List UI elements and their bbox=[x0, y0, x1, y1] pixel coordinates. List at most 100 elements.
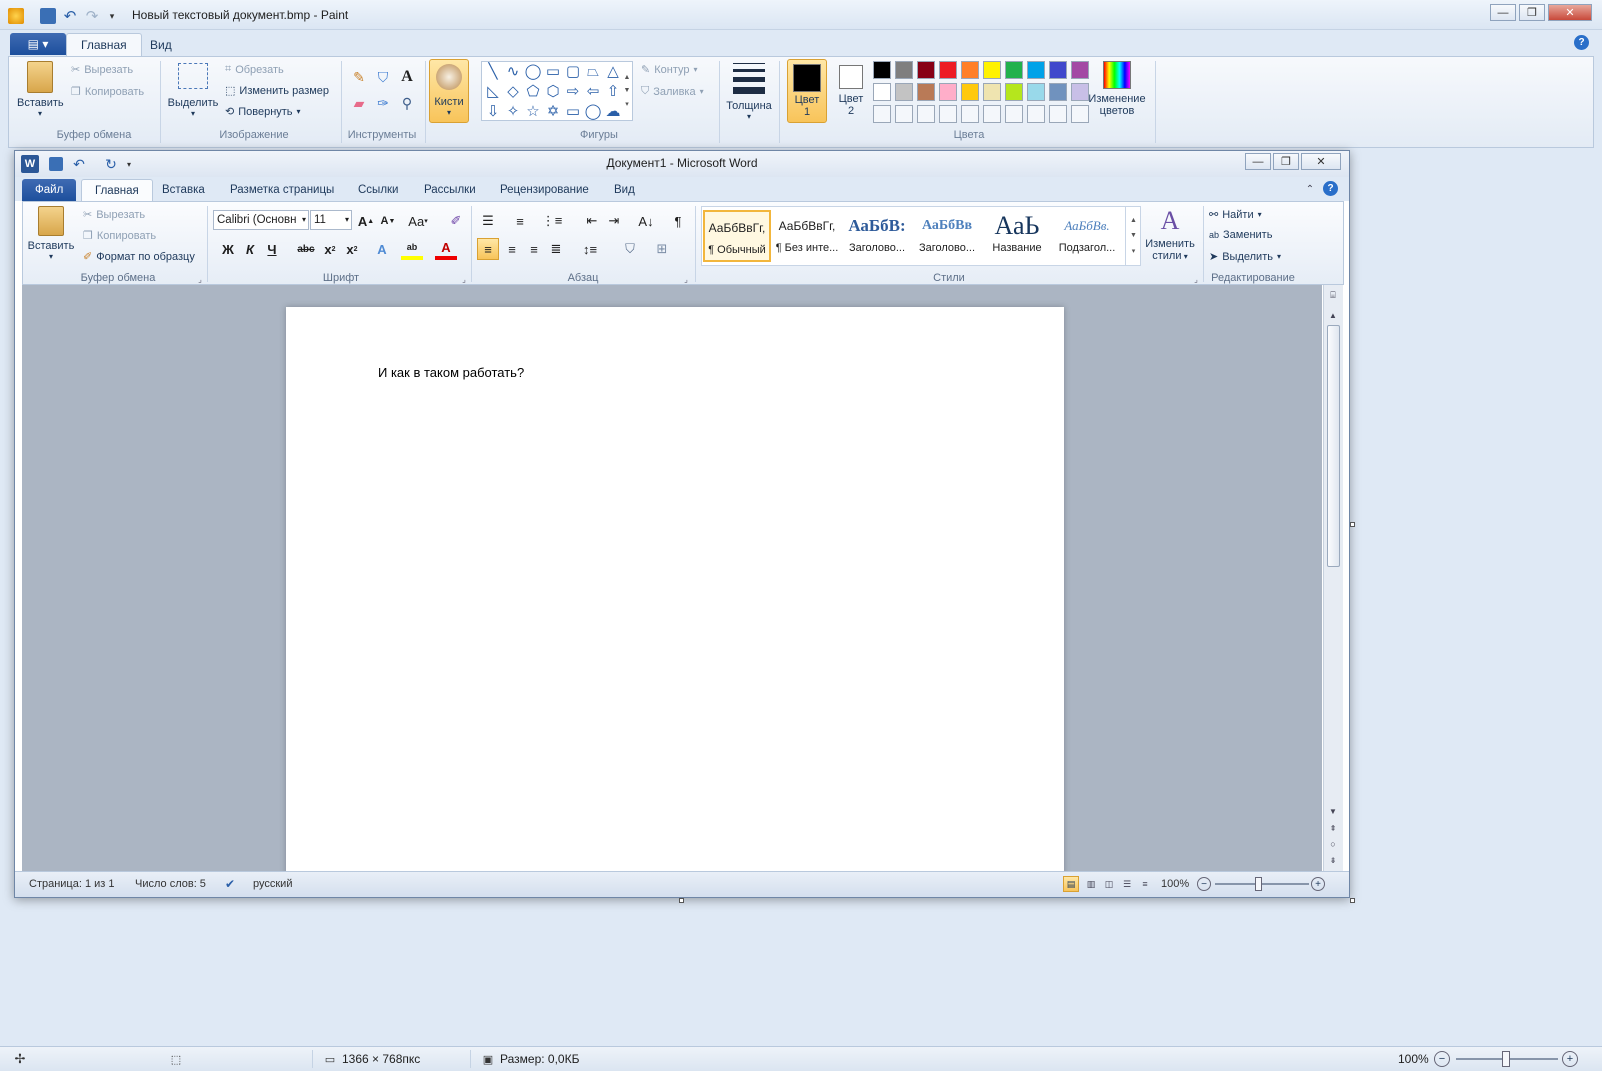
highlight-icon[interactable]: ab bbox=[401, 238, 423, 260]
word-copy-button[interactable]: ❐ Копировать bbox=[83, 229, 156, 243]
custom-color-swatch-2[interactable] bbox=[895, 105, 913, 123]
palette-row-2-swatch-8[interactable] bbox=[1027, 83, 1045, 101]
four-point-star-shape-icon[interactable]: ✧ bbox=[504, 103, 522, 121]
outline-view-icon[interactable]: ☰ bbox=[1119, 876, 1135, 892]
underline-icon[interactable]: Ч bbox=[261, 238, 283, 260]
rectangle-shape-icon[interactable]: ▭ bbox=[544, 63, 562, 81]
web-layout-icon[interactable]: ◫ bbox=[1101, 876, 1117, 892]
custom-color-swatch-5[interactable] bbox=[961, 105, 979, 123]
tab-review[interactable]: Рецензирование bbox=[487, 179, 602, 201]
page-count[interactable]: Страница: 1 из 1 bbox=[29, 878, 115, 890]
line-spacing-icon[interactable]: ↕≡ bbox=[579, 238, 601, 260]
paint-menu-button[interactable]: ▤ ▾ bbox=[10, 33, 66, 55]
canvas-resize-handle-corner[interactable] bbox=[1350, 898, 1355, 903]
decrease-indent-icon[interactable]: ⇤ bbox=[581, 210, 603, 232]
document-page[interactable]: И как в таком работать? bbox=[286, 307, 1064, 871]
word-count[interactable]: Число слов: 5 bbox=[135, 878, 206, 890]
maximize-button[interactable]: ❐ bbox=[1519, 4, 1545, 21]
palette-row-1-swatch-3[interactable] bbox=[917, 61, 935, 79]
shapes-scroll[interactable]: ▲ ▼ ▾ bbox=[621, 61, 633, 121]
redo-icon[interactable]: ↷ bbox=[84, 8, 100, 25]
dialog-launcher-icon[interactable]: ⌟ bbox=[459, 274, 469, 284]
palette-row-1-swatch-2[interactable] bbox=[895, 61, 913, 79]
custom-color-swatch-3[interactable] bbox=[917, 105, 935, 123]
grow-font-icon[interactable]: A ▲ bbox=[355, 210, 377, 232]
full-screen-reading-icon[interactable]: ▥ bbox=[1083, 876, 1099, 892]
increase-indent-icon[interactable]: ⇥ bbox=[603, 210, 625, 232]
scroll-down-icon[interactable]: ▼ bbox=[1326, 805, 1340, 817]
up-arrow-shape-icon[interactable]: ⇧ bbox=[604, 83, 622, 101]
minimize-ribbon-icon[interactable]: ⌃ bbox=[1303, 182, 1317, 196]
right-triangle-shape-icon[interactable]: ◺ bbox=[484, 83, 502, 101]
triangle-shape-icon[interactable]: △ bbox=[604, 63, 622, 81]
zoom-slider-track[interactable] bbox=[1215, 883, 1309, 885]
palette-row-1-swatch-4[interactable] bbox=[939, 61, 957, 79]
cut-button[interactable]: ✂ Вырезать bbox=[71, 63, 133, 77]
five-point-star-shape-icon[interactable]: ☆ bbox=[524, 103, 542, 121]
font-size-box[interactable]: 11 ▾ bbox=[310, 210, 352, 230]
crop-button[interactable]: ⌗ Обрезать bbox=[225, 63, 284, 76]
zoom-slider-thumb[interactable] bbox=[1502, 1051, 1510, 1067]
text-tool-icon[interactable]: A bbox=[397, 67, 417, 87]
close-button[interactable]: ✕ bbox=[1548, 4, 1592, 21]
proofing-icon[interactable]: ✔ bbox=[221, 876, 239, 892]
zoom-in-icon[interactable]: + bbox=[1311, 877, 1325, 891]
save-icon[interactable] bbox=[40, 8, 56, 24]
color1-button[interactable]: Цвет 1 bbox=[787, 59, 827, 123]
custom-color-swatch-7[interactable] bbox=[1005, 105, 1023, 123]
align-left-icon[interactable]: ≡ bbox=[477, 238, 499, 260]
palette-row-1-swatch-9[interactable] bbox=[1049, 61, 1067, 79]
curve-shape-icon[interactable]: ∿ bbox=[504, 63, 522, 81]
oval-callout-shape-icon[interactable]: ◯ bbox=[584, 103, 602, 121]
strikethrough-icon[interactable]: abc bbox=[295, 238, 317, 260]
palette-row-1-swatch-7[interactable] bbox=[1005, 61, 1023, 79]
minimize-button[interactable]: — bbox=[1490, 4, 1516, 21]
tab-page-layout[interactable]: Разметка страницы bbox=[217, 179, 347, 201]
superscript-icon[interactable]: x2 bbox=[341, 238, 363, 260]
palette-row-2-swatch-9[interactable] bbox=[1049, 83, 1067, 101]
rotate-button[interactable]: ⟲ Повернуть ▾ bbox=[225, 105, 301, 119]
pentagon-shape-icon[interactable]: ⬠ bbox=[524, 83, 542, 101]
palette-row-1-swatch-5[interactable] bbox=[961, 61, 979, 79]
tab-references[interactable]: Ссылки bbox=[345, 179, 412, 201]
tab-home[interactable]: Главная bbox=[66, 33, 142, 56]
format-painter-button[interactable]: ✐ Формат по образцу bbox=[83, 250, 195, 264]
diamond-shape-icon[interactable]: ◇ bbox=[504, 83, 522, 101]
italic-icon[interactable]: К bbox=[239, 238, 261, 260]
fill-button[interactable]: ⛉ Заливка ▾ bbox=[641, 85, 704, 98]
paste-button[interactable]: Вставить ▾ bbox=[17, 61, 64, 118]
six-point-star-shape-icon[interactable]: ✡ bbox=[544, 103, 562, 121]
select-button[interactable]: ➤ Выделить ▾ bbox=[1209, 250, 1281, 264]
outline-button[interactable]: ✎ Контур ▾ bbox=[641, 63, 698, 77]
help-icon[interactable]: ? bbox=[1574, 35, 1589, 50]
oval-shape-icon[interactable]: ◯ bbox=[524, 63, 542, 81]
hexagon-shape-icon[interactable]: ⬡ bbox=[544, 83, 562, 101]
clear-formatting-icon[interactable]: ✐ bbox=[445, 210, 467, 232]
pencil-icon[interactable]: ✎ bbox=[349, 67, 369, 87]
right-arrow-shape-icon[interactable]: ⇨ bbox=[564, 83, 582, 101]
palette-row-1-swatch-8[interactable] bbox=[1027, 61, 1045, 79]
word-maximize-button[interactable]: ❐ bbox=[1273, 153, 1299, 170]
undo-icon[interactable]: ↶ bbox=[62, 8, 78, 25]
bold-icon[interactable]: Ж bbox=[217, 238, 239, 260]
print-layout-icon[interactable]: ▤ bbox=[1063, 876, 1079, 892]
draft-view-icon[interactable]: ≡ bbox=[1137, 876, 1153, 892]
palette-row-2-swatch-1[interactable] bbox=[873, 83, 891, 101]
replace-button[interactable]: ab Заменить bbox=[1209, 229, 1272, 241]
multilevel-list-icon[interactable]: ⋮≡ bbox=[541, 210, 563, 232]
resize-button[interactable]: ⬚ Изменить размер bbox=[225, 84, 329, 98]
sort-icon[interactable]: A↓ bbox=[635, 210, 657, 232]
zoom-in-icon[interactable]: + bbox=[1562, 1051, 1578, 1067]
palette-row-2-swatch-5[interactable] bbox=[961, 83, 979, 101]
rounded-rectangle-shape-icon[interactable]: ▢ bbox=[564, 63, 582, 81]
palette-row-2-swatch-4[interactable] bbox=[939, 83, 957, 101]
custom-color-swatch-8[interactable] bbox=[1027, 105, 1045, 123]
color-picker-icon[interactable]: ✑ bbox=[373, 93, 393, 113]
change-case-icon[interactable]: Aa ▾ bbox=[407, 210, 429, 232]
ruler-toggle-icon[interactable]: ⌸ bbox=[1326, 287, 1340, 303]
down-arrow-shape-icon[interactable]: ⇩ bbox=[484, 103, 502, 121]
magnifier-icon[interactable]: ⚲ bbox=[397, 93, 417, 113]
fill-bucket-icon[interactable]: ⛉ bbox=[373, 67, 393, 87]
palette-row-1-swatch-6[interactable] bbox=[983, 61, 1001, 79]
palette-row-2-swatch-2[interactable] bbox=[895, 83, 913, 101]
